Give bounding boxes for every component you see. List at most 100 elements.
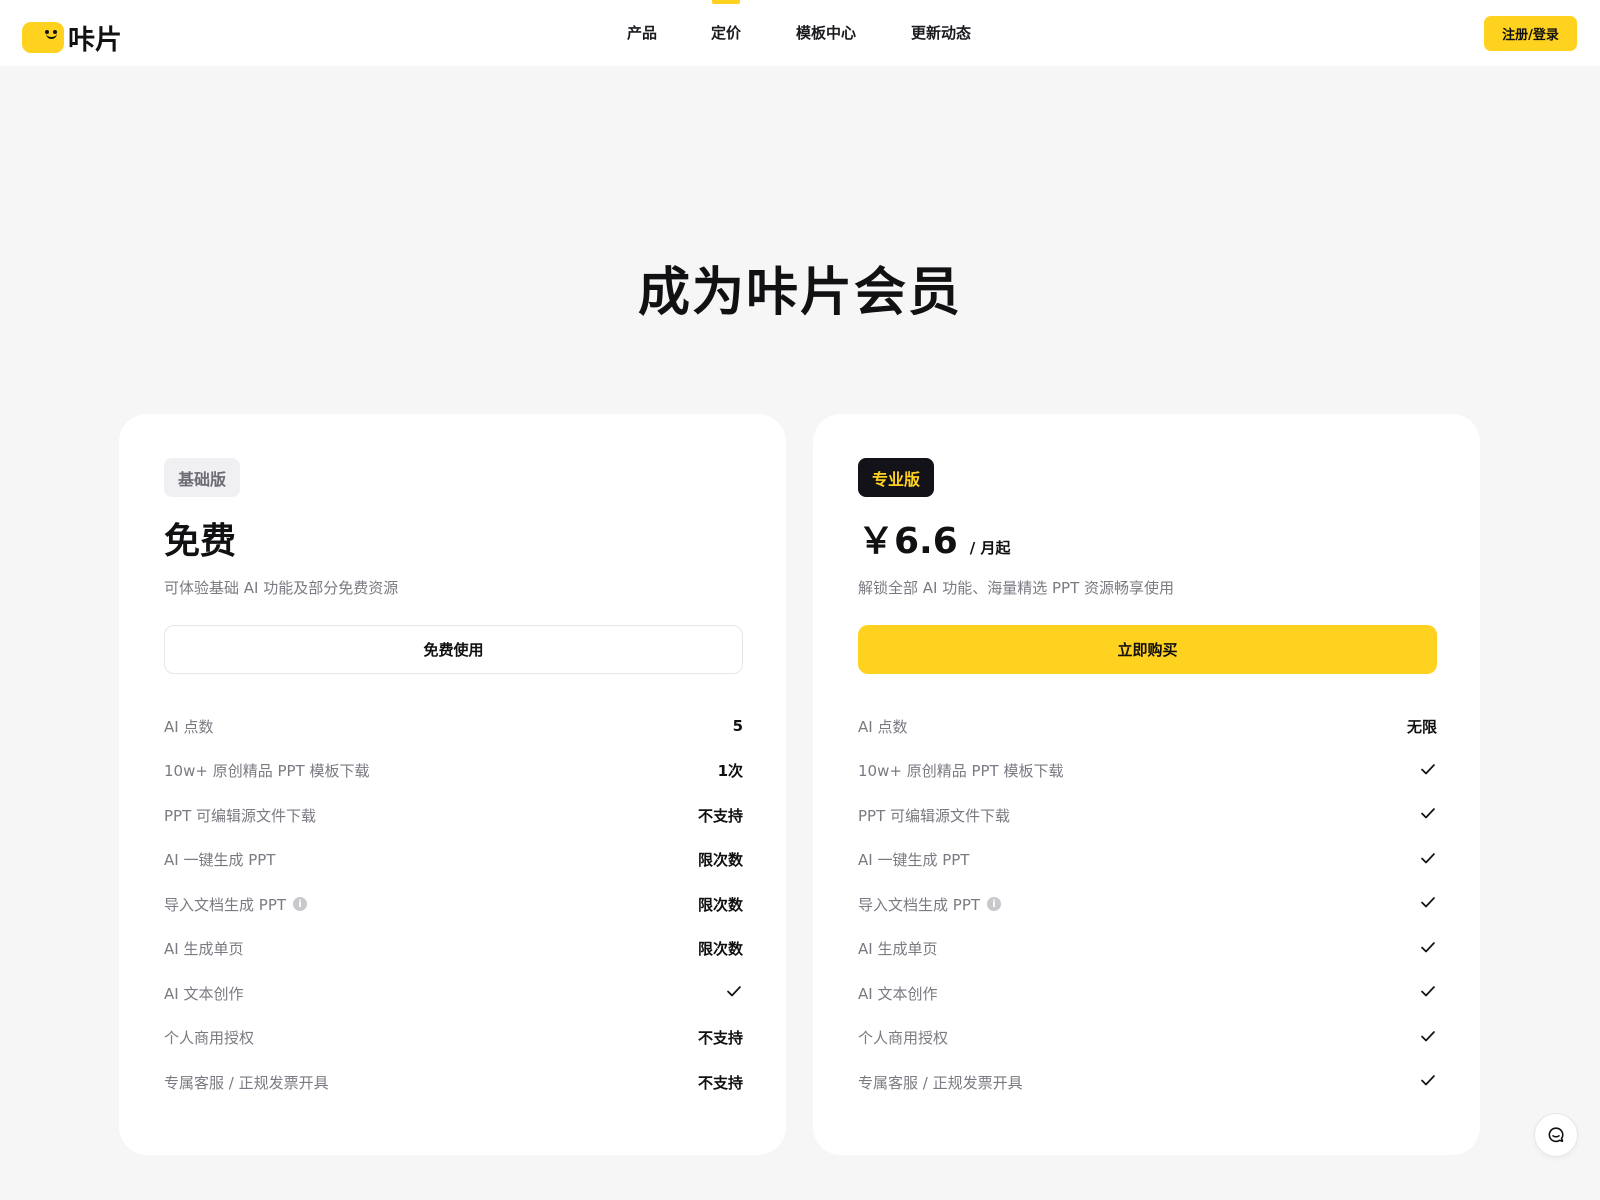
feature-label-text: 个人商用授权 [164, 1029, 255, 1048]
nav-item-templates[interactable]: 模板中心 [796, 22, 856, 43]
feature-label-text: 个人商用授权 [858, 1029, 949, 1048]
feature-label: 个人商用授权 [858, 1027, 948, 1048]
feature-label-text: AI 点数 [858, 717, 908, 736]
feature-label: AI 文本创作 [858, 983, 937, 1004]
feature-label-text: 专属客服 / 正规发票开具 [858, 1073, 1023, 1092]
plan-description: 解锁全部 AI 功能、海量精选 PPT 资源畅享使用 [858, 579, 1175, 597]
feature-row: 个人商用授权 不支持 [164, 1016, 743, 1061]
feature-row: AI 文本创作 [164, 971, 743, 1016]
feature-label: 个人商用授权 [164, 1027, 254, 1048]
feature-row: 导入文档生成 PPT i [858, 882, 1437, 927]
feature-value: 限次数 [697, 851, 743, 870]
feature-row: 专属客服 / 正规发票开具 不支持 [164, 1060, 743, 1105]
nav-active-indicator [712, 0, 740, 4]
info-icon[interactable]: i [987, 897, 1002, 912]
feature-label-text: 导入文档生成 PPT [164, 895, 287, 914]
plan-card-pro: 专业版 ￥6.6 / 月起 解锁全部 AI 功能、海量精选 PPT 资源畅享使用… [813, 414, 1480, 1155]
plan-description: 可体验基础 AI 功能及部分免费资源 [164, 579, 399, 597]
plan-badge: 基础版 [164, 458, 241, 497]
nav-item-pricing[interactable]: 定价 [711, 22, 741, 43]
feature-row: AI 一键生成 PPT [858, 838, 1437, 883]
feature-value: 1次 [717, 762, 743, 781]
feature-label-text: PPT 可编辑源文件下载 [164, 806, 317, 825]
free-use-button[interactable]: 免费使用 [164, 625, 743, 674]
logo-text: 咔片 [68, 25, 122, 56]
top-header: 咔片 产品 定价 模板中心 更新动态 注册/登录 [0, 0, 1600, 66]
feature-row: AI 生成单页 [858, 927, 1437, 972]
feature-row: AI 点数 无限 [858, 704, 1437, 749]
page-title: 成为咔片会员 [637, 263, 962, 323]
feature-label-text: AI 生成单页 [858, 940, 938, 959]
feature-value [725, 982, 743, 1004]
feature-row: AI 生成单页 限次数 [164, 927, 743, 972]
feature-value: 不支持 [697, 1073, 743, 1092]
feature-value: 无限 [1406, 717, 1437, 736]
check-icon [1421, 852, 1435, 864]
feature-row: AI 文本创作 [858, 971, 1437, 1016]
feature-value [1419, 1071, 1437, 1093]
plan-price: ￥6.6 / 月起 [858, 512, 1010, 564]
plan-card-basic: 基础版 免费 可体验基础 AI 功能及部分免费资源 免费使用 AI 点数 5 10w… [119, 414, 786, 1155]
feature-list: AI 点数 5 10w+ 原创精品 PPT 模板下载 1次 PPT 可编辑源文件下载 不支… [164, 704, 743, 1105]
feature-label-text: AI 生成单页 [164, 940, 244, 959]
plan-badge: 专业版 [858, 458, 935, 497]
feature-label-text: AI 点数 [164, 717, 214, 736]
feature-value: 5 [732, 717, 743, 736]
check-icon [1421, 763, 1435, 775]
feature-row: PPT 可编辑源文件下载 不支持 [164, 793, 743, 838]
feature-label: AI 文本创作 [164, 983, 243, 1004]
feature-value [1419, 893, 1437, 915]
check-icon [1421, 1075, 1435, 1086]
plan-price-value: 免费 [164, 521, 237, 562]
check-icon [1421, 941, 1435, 953]
chat-bubble-icon [1548, 1127, 1564, 1143]
plan-price-unit: / 月起 [969, 539, 1011, 557]
feature-label-text: 专属客服 / 正规发票开具 [164, 1073, 329, 1092]
chat-support-button[interactable] [1534, 1113, 1578, 1157]
feature-value: 限次数 [697, 940, 743, 959]
feature-label: AI 点数 [858, 716, 907, 737]
check-icon [1421, 986, 1435, 997]
feature-label: AI 点数 [164, 716, 213, 737]
feature-label: AI 一键生成 PPT [164, 849, 275, 870]
feature-label: PPT 可编辑源文件下载 [858, 805, 1010, 826]
feature-label-text: AI 文本创作 [164, 984, 244, 1003]
feature-value [1419, 804, 1437, 826]
feature-row: 10w+ 原创精品 PPT 模板下载 [858, 749, 1437, 794]
feature-row: 个人商用授权 [858, 1016, 1437, 1061]
feature-row: AI 一键生成 PPT 限次数 [164, 838, 743, 883]
feature-label: AI 生成单页 [858, 938, 937, 959]
feature-value [1419, 938, 1437, 960]
feature-label: 专属客服 / 正规发票开具 [164, 1072, 329, 1093]
check-icon [1421, 1030, 1435, 1042]
logo-mark-icon [22, 22, 64, 53]
feature-value: 不支持 [697, 1029, 743, 1048]
feature-label: 导入文档生成 PPT i [858, 894, 1002, 915]
feature-value: 限次数 [697, 895, 743, 914]
logo[interactable]: 咔片 [22, 18, 122, 57]
feature-row: PPT 可编辑源文件下载 [858, 793, 1437, 838]
nav-item-product[interactable]: 产品 [627, 22, 657, 43]
check-icon [1421, 808, 1435, 819]
feature-label: AI 一键生成 PPT [858, 849, 969, 870]
feature-label: PPT 可编辑源文件下载 [164, 805, 316, 826]
feature-row: AI 点数 5 [164, 704, 743, 749]
feature-label-text: PPT 可编辑源文件下载 [858, 806, 1011, 825]
feature-label: 10w+ 原创精品 PPT 模板下载 [858, 760, 1063, 781]
plan-price-value: ￥6.6 [858, 521, 958, 562]
login-button[interactable]: 注册/登录 [1484, 16, 1577, 51]
feature-label: 导入文档生成 PPT i [164, 894, 308, 915]
feature-row: 导入文档生成 PPT i 限次数 [164, 882, 743, 927]
nav-item-updates[interactable]: 更新动态 [911, 22, 971, 43]
feature-label-text: 10w+ 原创精品 PPT 模板下载 [164, 762, 370, 781]
feature-label: 10w+ 原创精品 PPT 模板下载 [164, 760, 369, 781]
check-icon [1421, 897, 1435, 908]
feature-row: 10w+ 原创精品 PPT 模板下载 1次 [164, 749, 743, 794]
feature-value: 不支持 [697, 806, 743, 825]
buy-now-button[interactable]: 立即购买 [858, 625, 1437, 674]
feature-label-text: AI 文本创作 [858, 984, 938, 1003]
feature-label: 专属客服 / 正规发票开具 [858, 1072, 1023, 1093]
info-icon[interactable]: i [293, 897, 308, 912]
feature-label-text: AI 一键生成 PPT [164, 851, 276, 870]
feature-row: 专属客服 / 正规发票开具 [858, 1060, 1437, 1105]
